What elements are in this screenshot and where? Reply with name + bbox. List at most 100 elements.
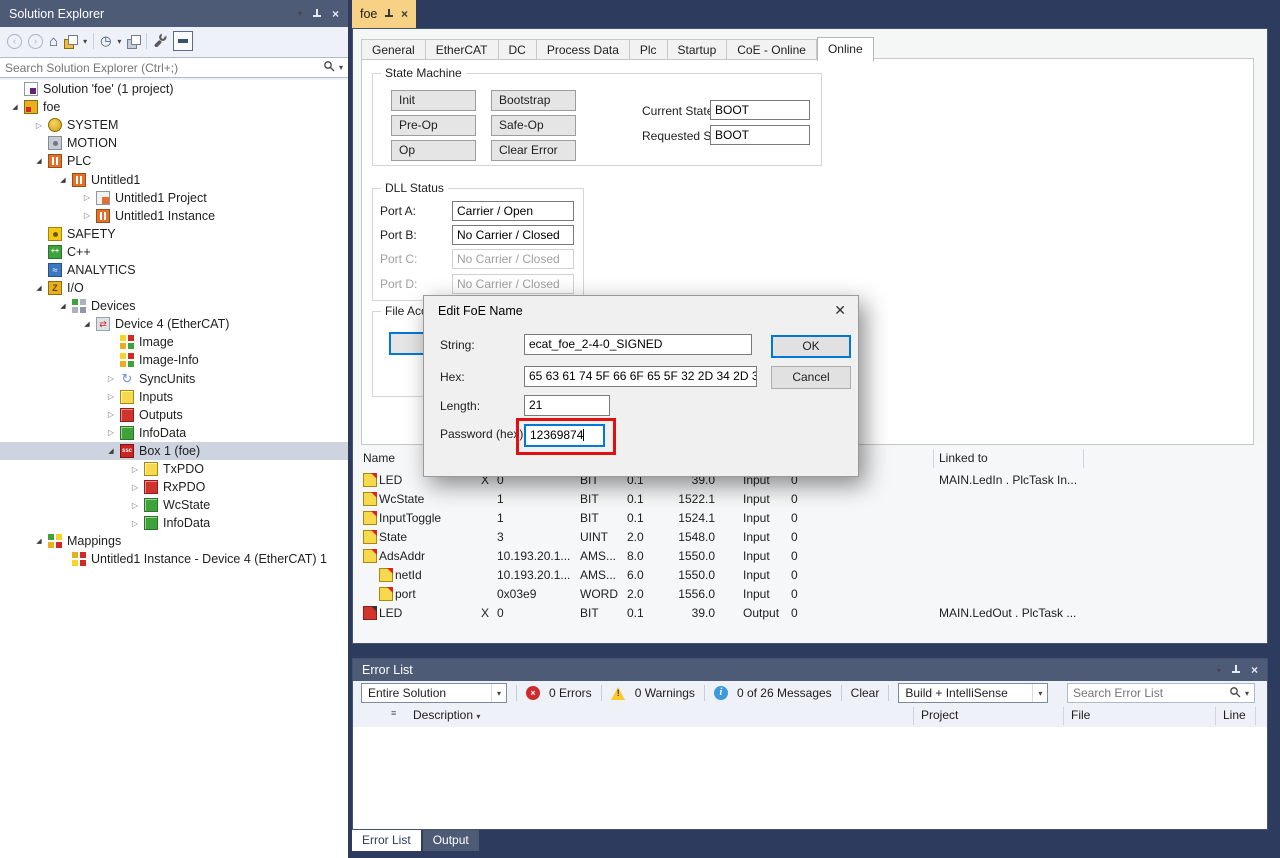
expand-arrow-icon[interactable]: ▷ [128, 465, 142, 474]
column-separator[interactable] [1255, 707, 1256, 725]
filter-dropdown-icon[interactable]: ▾ [117, 37, 121, 46]
search-options-dropdown-icon[interactable]: ▾ [339, 63, 343, 72]
tree-item-devices[interactable]: ◢Devices [0, 297, 348, 315]
column-separator[interactable] [1215, 707, 1216, 725]
tree-item-txpdo[interactable]: ▷TxPDO [0, 460, 348, 478]
tree-item-mappings[interactable]: ◢Mappings [0, 532, 348, 550]
page-tab-dc[interactable]: DC [499, 39, 537, 60]
document-tab-foe[interactable]: foe × [352, 0, 416, 28]
tree-item-box-1-foe[interactable]: ◢Box 1 (foe) [0, 442, 348, 460]
tree-item-image[interactable]: Image [0, 333, 348, 351]
collapse-arrow-icon[interactable]: ◢ [104, 447, 118, 455]
search-options-dropdown-icon[interactable]: ▾ [1245, 689, 1249, 698]
columns-options-icon[interactable]: ≡ [391, 708, 396, 718]
column-separator[interactable] [913, 707, 914, 725]
collapse-arrow-icon[interactable]: ◢ [32, 284, 46, 292]
column-header-project[interactable]: Project [921, 708, 958, 722]
ok-button[interactable]: OK [771, 335, 851, 358]
properties-wrench-icon[interactable] [153, 33, 167, 50]
tab-close-icon[interactable]: × [401, 9, 408, 19]
hex-field[interactable]: 65 63 61 74 5F 66 6F 65 5F 32 2D 34 2D 3… [524, 366, 757, 387]
build-intellisense-combo[interactable]: Build + IntelliSense ▾ [898, 683, 1048, 703]
window-position-icon[interactable]: ▾ [298, 9, 302, 18]
table-row-port[interactable]: port0x03e9WORD2.01556.0Input0 [353, 585, 1267, 604]
page-tab-online[interactable]: Online [817, 37, 874, 61]
bootstrap-button[interactable]: Bootstrap [491, 90, 576, 111]
expand-arrow-icon[interactable]: ▷ [104, 392, 118, 401]
table-row-adsaddr[interactable]: AdsAddr10.193.20.1...AMS...8.01550.0Inpu… [353, 547, 1267, 566]
column-separator[interactable] [1083, 449, 1084, 468]
column-header-file[interactable]: File [1071, 708, 1090, 722]
tree-item-rxpdo[interactable]: ▷RxPDO [0, 478, 348, 496]
search-icon[interactable] [323, 60, 335, 75]
tree-item-plc[interactable]: ◢PLC [0, 152, 348, 170]
tab-error-list[interactable]: Error List [352, 830, 421, 851]
init-button[interactable]: Init [391, 90, 476, 111]
expand-arrow-icon[interactable]: ▷ [104, 374, 118, 383]
tree-item-device-4-ethercat[interactable]: ◢Device 4 (EtherCAT) [0, 315, 348, 333]
column-separator[interactable] [1063, 707, 1064, 725]
tree-item-wcstate[interactable]: ▷WcState [0, 496, 348, 514]
expand-arrow-icon[interactable]: ▷ [128, 501, 142, 510]
tree-item-c[interactable]: C++ [0, 243, 348, 261]
warnings-count[interactable]: 0 Warnings [635, 686, 695, 700]
collapse-arrow-icon[interactable]: ◢ [8, 103, 22, 111]
collapse-arrow-icon[interactable]: ◢ [56, 302, 70, 310]
search-icon[interactable] [1229, 686, 1241, 701]
close-icon[interactable]: × [332, 9, 339, 19]
tree-item-motion[interactable]: MOTION [0, 134, 348, 152]
tree-item-untitled1-instance-device-4-ethercat-1[interactable]: Untitled1 Instance - Device 4 (EtherCAT)… [0, 550, 348, 568]
tree-item-untitled1-instance[interactable]: ▷Untitled1 Instance [0, 207, 348, 225]
collapse-arrow-icon[interactable]: ◢ [80, 320, 94, 328]
expand-arrow-icon[interactable]: ▷ [128, 519, 142, 528]
expand-arrow-icon[interactable]: ▷ [80, 211, 94, 220]
close-icon[interactable]: × [1251, 665, 1258, 675]
collapse-arrow-icon[interactable]: ◢ [56, 176, 70, 184]
preview-selected-items-toggle[interactable] [173, 31, 193, 51]
tree-item-safety[interactable]: SAFETY [0, 225, 348, 243]
back-icon[interactable]: ‹ [7, 34, 22, 49]
page-tab-plc[interactable]: Plc [630, 39, 668, 60]
expand-arrow-icon[interactable]: ▷ [80, 193, 94, 202]
table-row-led[interactable]: LEDX0BIT0.139.0Output0MAIN.LedOut . PlcT… [353, 604, 1267, 623]
column-header-name[interactable]: Name [363, 449, 395, 468]
messages-count[interactable]: 0 of 26 Messages [737, 686, 832, 700]
tab-pin-icon[interactable] [384, 9, 394, 19]
column-header-linked-to[interactable]: Linked to [939, 449, 988, 468]
switch-views-icon[interactable] [64, 35, 77, 48]
clear-button[interactable]: Clear [851, 686, 880, 700]
tree-item-infodata[interactable]: ▷InfoData [0, 424, 348, 442]
forward-icon[interactable]: › [28, 34, 43, 49]
table-row-wcstate[interactable]: WcState1BIT0.11522.1Input0 [353, 490, 1267, 509]
dialog-close-icon[interactable]: ✕ [834, 302, 846, 319]
pin-icon[interactable] [312, 9, 322, 19]
collapse-arrow-icon[interactable]: ◢ [32, 157, 46, 165]
safe-op-button[interactable]: Safe-Op [491, 115, 576, 136]
column-header-line[interactable]: Line [1223, 708, 1246, 722]
home-icon[interactable]: ⌂ [49, 33, 58, 50]
sync-with-active-document-icon[interactable] [127, 35, 140, 48]
error-list-search-input[interactable]: Search Error List ▾ [1067, 683, 1255, 703]
tree-item-untitled1-project[interactable]: ▷Untitled1 Project [0, 189, 348, 207]
expand-arrow-icon[interactable]: ▷ [128, 483, 142, 492]
solution-search-input[interactable]: Search Solution Explorer (Ctrl+;) ▾ [0, 57, 348, 78]
expand-arrow-icon[interactable]: ▷ [32, 121, 46, 130]
page-tab-startup[interactable]: Startup [668, 39, 728, 60]
table-row-netid[interactable]: netId10.193.20.1...AMS...6.01550.0Input0 [353, 566, 1267, 585]
switch-views-dropdown-icon[interactable]: ▾ [83, 37, 87, 46]
page-tab-general[interactable]: General [361, 39, 426, 60]
page-tab-ethercat[interactable]: EtherCAT [426, 39, 499, 60]
expand-arrow-icon[interactable]: ▷ [104, 428, 118, 437]
string-field[interactable]: ecat_foe_2-4-0_SIGNED [524, 334, 752, 355]
table-row-inputtoggle[interactable]: InputToggle1BIT0.11524.1Input0 [353, 509, 1267, 528]
tree-item-syncunits[interactable]: ▷SyncUnits [0, 370, 348, 388]
table-row-state[interactable]: State3UINT2.01548.0Input0 [353, 528, 1267, 547]
column-header-description[interactable]: Description ▾ [413, 708, 480, 722]
pre-op-button[interactable]: Pre-Op [391, 115, 476, 136]
pending-changes-filter-icon[interactable]: ◷ [100, 33, 111, 49]
expand-arrow-icon[interactable]: ▷ [104, 410, 118, 419]
password-field[interactable]: 12369874 [524, 424, 605, 447]
collapse-arrow-icon[interactable]: ◢ [32, 537, 46, 545]
cancel-button[interactable]: Cancel [771, 366, 851, 389]
tree-item-foe[interactable]: ◢foe [0, 98, 348, 116]
